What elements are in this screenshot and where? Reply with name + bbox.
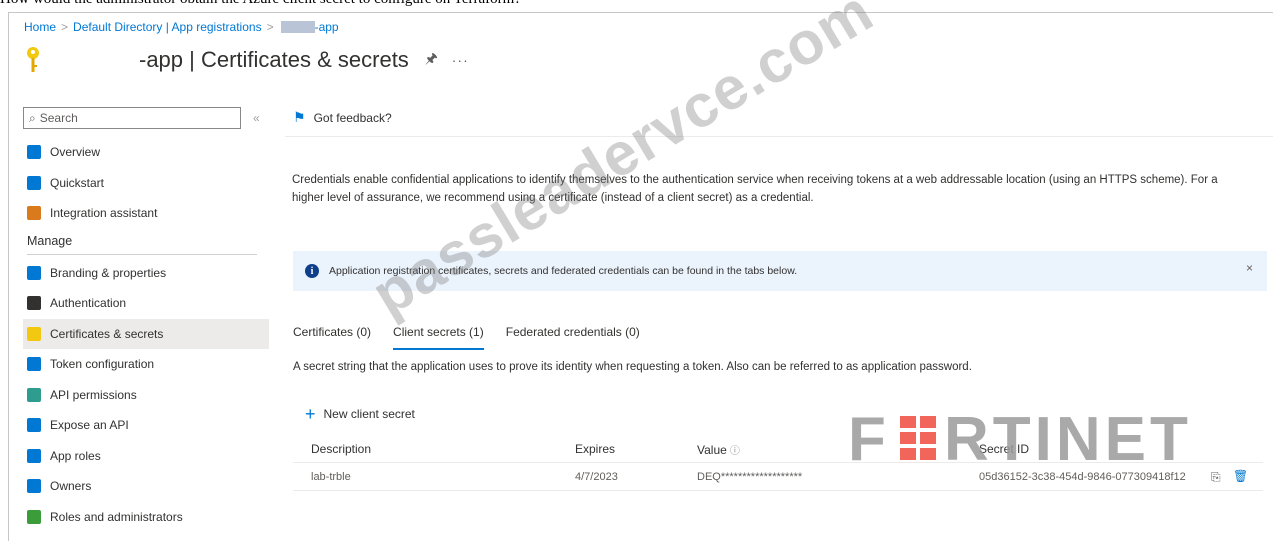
sidebar-item-label: Quickstart bbox=[50, 175, 105, 190]
close-icon[interactable]: × bbox=[1246, 261, 1253, 275]
trash-icon[interactable]: 🗑︎ bbox=[1233, 469, 1248, 483]
sidebar-item-label: API permissions bbox=[50, 387, 137, 402]
sidebar-search-input[interactable]: ⌕ Search bbox=[23, 107, 241, 129]
authentication-icon bbox=[27, 296, 41, 311]
sidebar-item-expose-an-api[interactable]: Expose an API bbox=[23, 410, 269, 441]
sidebar: ⌕ Search « Overview Quickstart Integration… bbox=[23, 107, 269, 532]
more-options-icon[interactable]: ··· bbox=[452, 52, 469, 68]
credentials-description: Credentials enable confidential applicat… bbox=[292, 174, 1218, 204]
token-icon bbox=[27, 357, 41, 372]
sidebar-item-label: Token configuration bbox=[50, 357, 155, 372]
column-header-description: Description bbox=[311, 442, 372, 456]
info-banner: i Application registration certificates,… bbox=[293, 251, 1267, 291]
plus-icon: + bbox=[305, 404, 316, 424]
sidebar-item-certificates-secrets[interactable]: Certificates & secrets bbox=[23, 318, 269, 349]
breadcrumb-separator: > bbox=[61, 20, 69, 34]
sidebar-item-overview[interactable]: Overview bbox=[23, 137, 269, 168]
search-placeholder: Search bbox=[39, 111, 78, 125]
sidebar-section-manage: Manage bbox=[27, 229, 257, 255]
page-header: -app | Certificates & secrets 🖈︎ ··· bbox=[23, 45, 469, 75]
roles-icon bbox=[27, 509, 41, 524]
question-text: How would the administrator obtain the A… bbox=[0, 0, 1273, 9]
search-icon: ⌕ bbox=[29, 110, 36, 125]
breadcrumb-directory[interactable]: Default Directory | App registrations bbox=[73, 20, 262, 34]
sidebar-item-quickstart[interactable]: Quickstart bbox=[23, 168, 269, 199]
breadcrumb: Home > Default Directory | App registratio… bbox=[24, 20, 339, 34]
tab-description: A secret string that the application use… bbox=[293, 361, 972, 373]
feedback-icon: ⚑︎ bbox=[293, 109, 306, 125]
cloud-icon bbox=[27, 418, 41, 433]
info-icon: i bbox=[305, 264, 319, 278]
tab-bar: Certificates (0) Client secrets (1) Federa… bbox=[293, 325, 662, 350]
sidebar-item-label: App roles bbox=[50, 448, 101, 463]
sidebar-item-label: Authentication bbox=[50, 296, 127, 311]
api-permissions-icon bbox=[27, 387, 41, 402]
key-icon bbox=[27, 47, 39, 72]
svg-text:RTINET: RTINET bbox=[944, 408, 1192, 468]
fortinet-logo: F RTINET bbox=[848, 408, 1192, 468]
new-client-secret-label: New client secret bbox=[323, 407, 415, 421]
secret-description: lab-trble bbox=[311, 471, 351, 483]
branding-icon bbox=[27, 265, 41, 280]
copy-icon[interactable]: ⎘ bbox=[1211, 470, 1221, 485]
sidebar-nav: Overview Quickstart Integration assistant M… bbox=[23, 137, 269, 532]
page-title: -app | Certificates & secrets bbox=[139, 47, 409, 72]
sidebar-item-authentication[interactable]: Authentication bbox=[23, 288, 269, 319]
sidebar-item-label: Roles and administrators bbox=[50, 509, 183, 524]
breadcrumb-home[interactable]: Home bbox=[24, 20, 56, 34]
sidebar-item-label: Branding & properties bbox=[50, 265, 167, 280]
tab-certificates[interactable]: Certificates (0) bbox=[293, 325, 371, 350]
sidebar-item-integration-assistant[interactable]: Integration assistant bbox=[23, 198, 269, 229]
sidebar-item-branding-properties[interactable]: Branding & properties bbox=[23, 258, 269, 289]
info-message: Application registration certificates, s… bbox=[329, 265, 798, 277]
svg-text:F: F bbox=[848, 408, 890, 468]
feedback-label: Got feedback? bbox=[313, 110, 392, 125]
feedback-link[interactable]: ⚑︎ Got feedback? bbox=[285, 99, 1273, 137]
redacted-app-name bbox=[280, 21, 315, 33]
sidebar-item-label: Certificates & secrets bbox=[50, 326, 164, 341]
sidebar-item-roles-and-administrators[interactable]: Roles and administrators bbox=[23, 502, 269, 533]
column-header-expires: Expires bbox=[575, 442, 616, 456]
overview-icon bbox=[27, 145, 41, 160]
info-circle-icon[interactable]: ⓘ bbox=[730, 446, 740, 457]
sidebar-item-label: Expose an API bbox=[50, 418, 129, 433]
breadcrumb-app[interactable]: -app bbox=[315, 20, 339, 34]
secret-value[interactable]: DEQ******************* bbox=[697, 471, 802, 483]
secret-expires: 4/7/2023 bbox=[575, 471, 618, 483]
sidebar-item-owners[interactable]: Owners bbox=[23, 471, 269, 502]
pin-icon[interactable]: 🖈︎ bbox=[425, 48, 438, 72]
key-icon bbox=[27, 326, 41, 341]
collapse-sidebar-icon[interactable]: « bbox=[253, 111, 260, 125]
sidebar-item-api-permissions[interactable]: API permissions bbox=[23, 380, 269, 411]
sidebar-item-label: Overview bbox=[50, 145, 101, 160]
sidebar-item-label: Owners bbox=[50, 479, 92, 494]
tab-federated-credentials[interactable]: Federated credentials (0) bbox=[506, 325, 640, 350]
owners-icon bbox=[27, 479, 41, 494]
quickstart-icon bbox=[27, 175, 41, 190]
value-header-label: Value bbox=[697, 443, 727, 457]
column-header-value: Value ⓘ bbox=[697, 442, 740, 457]
main-content: ⚑︎ Got feedback? Credentials enable conf… bbox=[285, 99, 1273, 491]
breadcrumb-separator: > bbox=[266, 20, 274, 34]
sidebar-item-app-roles[interactable]: App roles bbox=[23, 441, 269, 472]
app-roles-icon bbox=[27, 448, 41, 463]
sidebar-item-label: Integration assistant bbox=[50, 206, 158, 221]
new-client-secret-button[interactable]: + New client secret bbox=[305, 404, 415, 424]
secret-id[interactable]: 05d36152-3c38-454d-9846-077309418f12 bbox=[979, 471, 1186, 483]
sidebar-item-token-configuration[interactable]: Token configuration bbox=[23, 349, 269, 380]
tab-client-secrets[interactable]: Client secrets (1) bbox=[393, 325, 484, 350]
rocket-icon bbox=[27, 206, 41, 221]
